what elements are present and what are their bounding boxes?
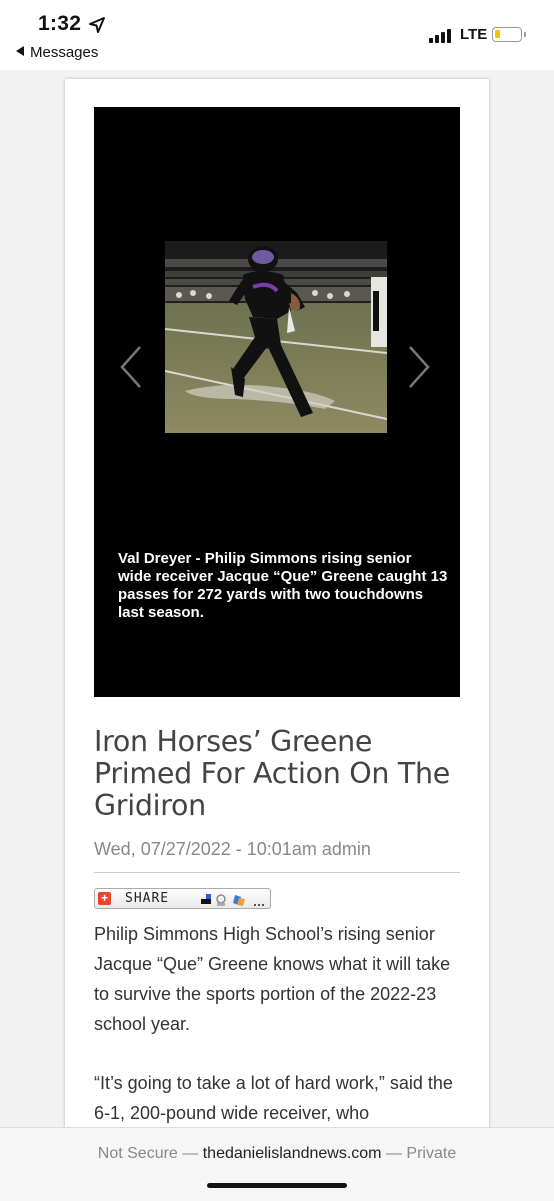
article-body: Philip Simmons High School’s rising seni… xyxy=(94,919,464,1139)
divider xyxy=(94,872,460,873)
photo-slideshow: Val Dreyer - Philip Simmons rising senio… xyxy=(94,107,460,697)
web-page: Val Dreyer - Philip Simmons rising senio… xyxy=(65,79,489,1139)
share-button[interactable]: + SHARE xyxy=(94,888,271,909)
status-bar: 1:32 Messages LTE xyxy=(0,0,554,70)
next-slide-arrow-icon[interactable] xyxy=(404,345,434,389)
football-player-photo xyxy=(165,241,387,433)
carrier-label: LTE xyxy=(460,26,488,43)
security-label: Not Secure xyxy=(97,1145,178,1162)
browsing-mode-label: Private xyxy=(406,1145,457,1162)
battery-tip xyxy=(524,32,526,37)
separator: — xyxy=(182,1145,199,1162)
plus-icon: + xyxy=(98,892,111,905)
home-indicator[interactable] xyxy=(207,1183,347,1188)
battery-icon xyxy=(492,27,522,42)
article-title: Iron Horses’ Greene Primed For Action On… xyxy=(94,725,451,822)
url-display[interactable]: Not Secure — thedanielislandnews.com — P… xyxy=(0,1145,554,1163)
paragraph: Philip Simmons High School’s rising seni… xyxy=(94,924,451,1034)
cellular-signal-icon xyxy=(429,27,455,43)
separator: — xyxy=(385,1145,402,1162)
location-arrow-icon xyxy=(89,17,105,33)
article-date-author: Wed, 07/27/2022 - 10:01am admin xyxy=(94,839,371,859)
back-to-messages-link[interactable]: Messages xyxy=(16,44,98,61)
back-triangle-icon xyxy=(16,46,24,56)
back-label: Messages xyxy=(30,44,99,61)
photo-caption: Val Dreyer - Philip Simmons rising senio… xyxy=(118,550,448,621)
share-label: SHARE xyxy=(125,891,170,906)
social-services-icon xyxy=(201,894,264,906)
paragraph: “It’s going to take a lot of hard work,”… xyxy=(94,1073,453,1123)
domain-label: thedanielislandnews.com xyxy=(202,1145,382,1162)
previous-slide-arrow-icon[interactable] xyxy=(116,345,146,389)
status-time: 1:32 xyxy=(38,12,82,35)
browser-address-bar[interactable]: Not Secure — thedanielislandnews.com — P… xyxy=(0,1127,554,1201)
